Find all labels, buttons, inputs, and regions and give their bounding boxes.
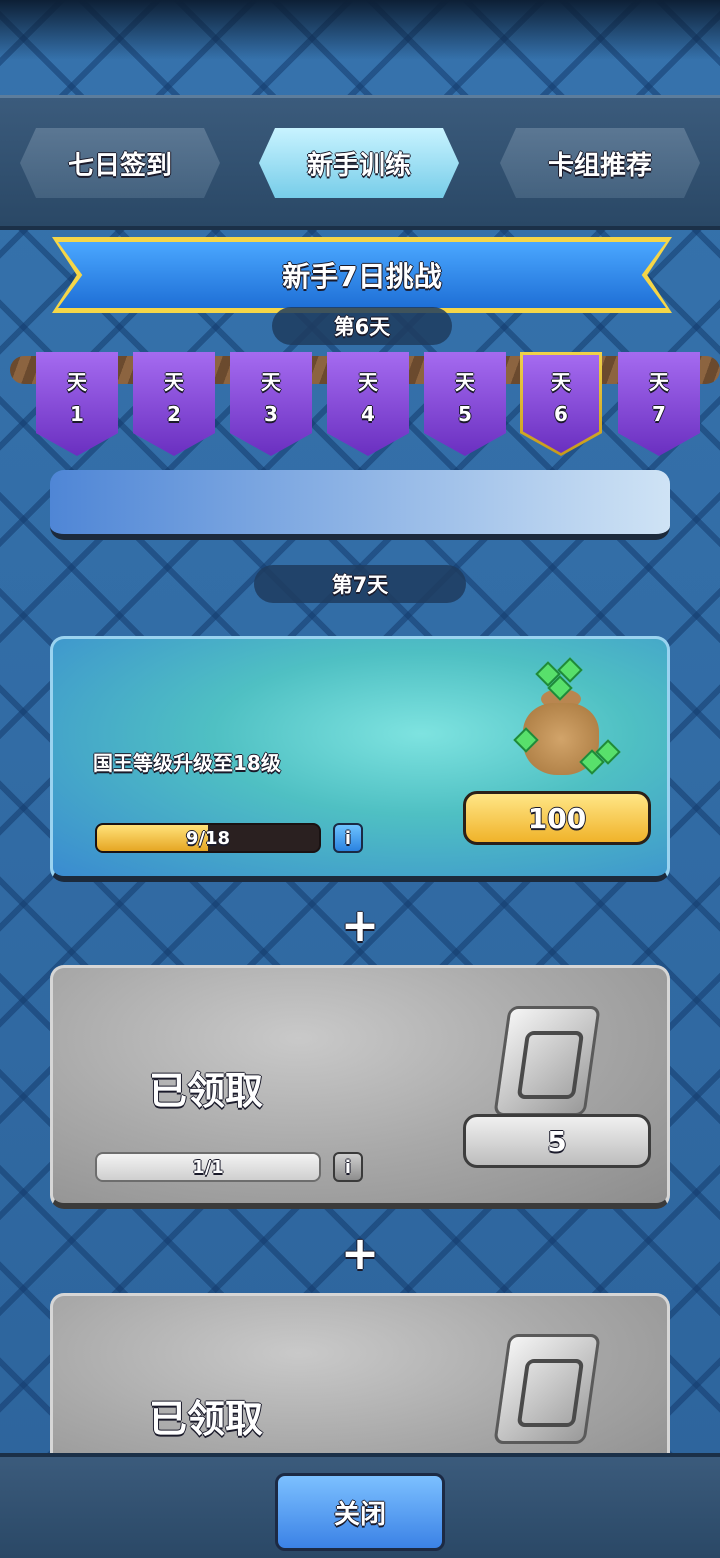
task-card-claimed: 已领取 1/1 i 5 [50, 965, 670, 1209]
day-flag-label: 天 [649, 370, 669, 394]
claimed-label: 已领取 [149, 1397, 264, 1441]
tab-seven-day-checkin[interactable]: 七日签到 [20, 128, 220, 198]
day-flag-label: 天 [551, 370, 571, 394]
day-flag-number: 4 [361, 402, 375, 426]
footer: 关闭 [0, 1453, 720, 1558]
day-flag-number: 2 [167, 402, 181, 426]
task-card-partial [50, 470, 670, 540]
tab-label: 七日签到 [67, 150, 172, 181]
day-flag-label: 天 [164, 370, 184, 394]
progress-label: 1/1 [192, 1156, 224, 1178]
plus-icon: + [340, 898, 380, 952]
tab-header: 七日签到 新手训练 卡组推荐 [0, 95, 720, 230]
day-flag-label: 天 [358, 370, 378, 394]
day-flag-number: 7 [652, 402, 666, 426]
day-flag-number: 3 [264, 402, 278, 426]
tab-label: 新手训练 [306, 150, 411, 181]
progress-label: 9/18 [185, 827, 231, 849]
day-flag-7[interactable]: 天 7 [618, 352, 700, 456]
challenge-banner: 新手7日挑战 [58, 242, 666, 308]
plus-icon: + [340, 1226, 380, 1280]
task-card: 国王等级升级至18级 9/18 i 100 [50, 636, 670, 882]
day-flag-number: 5 [458, 402, 472, 426]
progress-bar: 9/18 [95, 823, 321, 853]
close-button[interactable]: 关闭 [275, 1473, 445, 1551]
current-day-pill: 第6天 [272, 307, 452, 345]
day-flag-5[interactable]: 天 5 [424, 352, 506, 456]
day-flag-label: 天 [67, 370, 87, 394]
day-flag-number: 6 [554, 402, 568, 426]
gem-bag-icon [511, 657, 621, 781]
tab-newbie-training[interactable]: 新手训练 [259, 128, 459, 198]
task-description: 国王等级升级至18级 [93, 751, 281, 775]
day-flag-6[interactable]: 天 6 [520, 352, 602, 456]
day-flag-1[interactable]: 天 1 [36, 352, 118, 456]
day-flag-label: 天 [455, 370, 475, 394]
day-flag-4[interactable]: 天 4 [327, 352, 409, 456]
info-button[interactable]: i [333, 1152, 363, 1182]
status-bar [0, 0, 720, 60]
card-icon [493, 1006, 601, 1116]
day-flag-label: 天 [261, 370, 281, 394]
day-flag-3[interactable]: 天 3 [230, 352, 312, 456]
reward-button[interactable]: 5 [463, 1114, 651, 1168]
day-flag-2[interactable]: 天 2 [133, 352, 215, 456]
claimed-label: 已领取 [149, 1069, 264, 1113]
tab-label: 卡组推荐 [547, 150, 652, 181]
tab-deck-recommend[interactable]: 卡组推荐 [500, 128, 700, 198]
day-flag-number: 1 [70, 402, 84, 426]
info-button[interactable]: i [333, 823, 363, 853]
progress-bar: 1/1 [95, 1152, 321, 1182]
section-day-pill: 第7天 [254, 565, 466, 603]
reward-button[interactable]: 100 [463, 791, 651, 845]
card-icon [493, 1334, 601, 1444]
